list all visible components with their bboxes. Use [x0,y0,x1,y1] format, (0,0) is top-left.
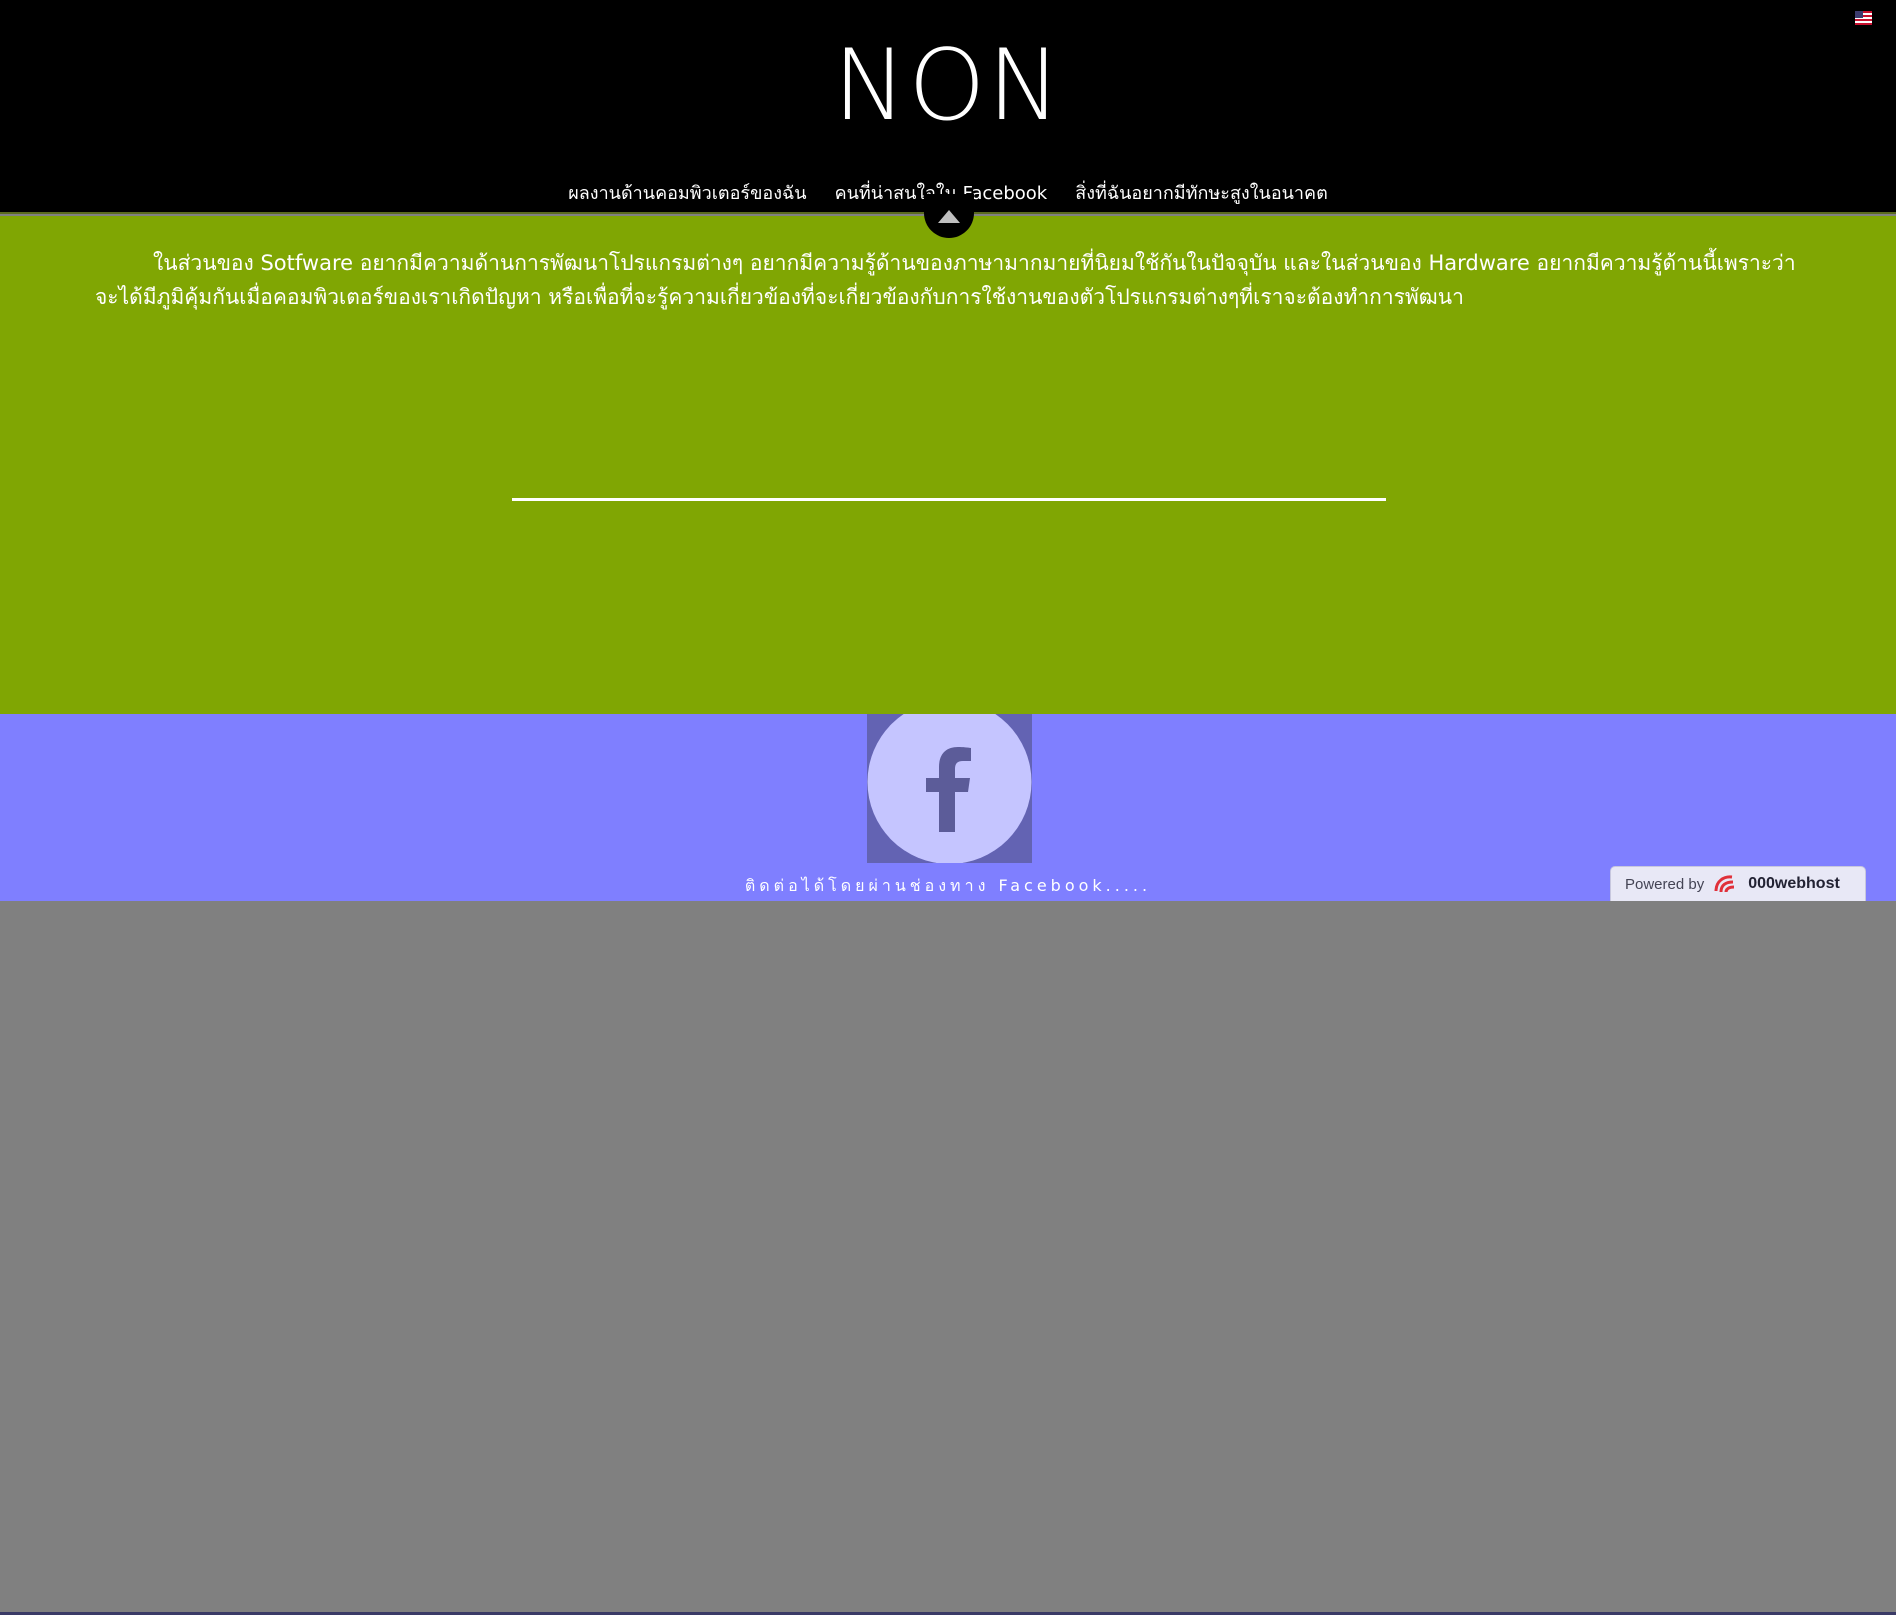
nav-item-computer-works[interactable]: ผลงานด้านคอมพิวเตอร์ของฉัน [568,178,806,210]
nav-item-future-skills[interactable]: สิ่งที่ฉันอยากมีทักษะสูงในอนาคต [1075,178,1328,210]
facebook-link[interactable] [867,714,1032,863]
footer: ติดต่อได้โดยผ่านช่องทาง Facebook..... Po… [0,714,1896,1615]
powered-by-badge[interactable]: Powered by 000webhost [1610,866,1866,901]
site-title[interactable]: NON [0,26,1896,146]
site-header: NON ผลงานด้านคอมพิวเตอร์ของฉัน คนที่น่าส… [0,0,1896,214]
main-paragraph: ในส่วนของ Sotfware อยากมีความด้านการพัฒน… [95,251,1796,309]
webhost-logo-icon [1714,875,1735,893]
facebook-icon [867,714,1032,863]
powered-by-brand: 000webhost [1748,875,1840,892]
powered-by-label: Powered by [1625,875,1705,893]
divider [512,498,1386,501]
main-section: ในส่วนของ Sotfware อยากมีความด้านการพัฒน… [0,216,1896,714]
chevron-up-icon [938,210,960,223]
us-flag-icon[interactable] [1855,11,1872,25]
